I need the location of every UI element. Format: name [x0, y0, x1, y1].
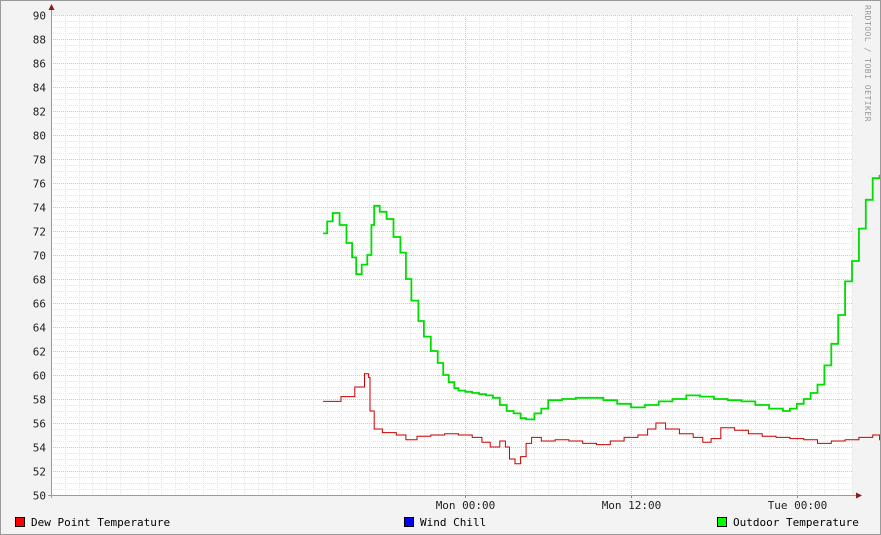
y-tick-label: 68 — [33, 274, 46, 287]
y-tick-label: 90 — [33, 10, 46, 23]
y-tick-label: 72 — [33, 226, 46, 239]
y-tick-label: 62 — [33, 346, 46, 359]
y-tick-label: 50 — [33, 490, 46, 503]
legend-label-dew-point: Dew Point Temperature — [31, 515, 171, 529]
y-tick-label: 74 — [33, 202, 47, 215]
legend-label-wind-chill: Wind Chill — [420, 515, 487, 529]
y-tick-label: 70 — [33, 250, 46, 263]
y-tick-label: 86 — [33, 58, 46, 71]
x-tick-label: Tue 00:00 — [768, 499, 828, 512]
y-tick-label: 52 — [33, 466, 46, 479]
y-tick-label: 88 — [33, 34, 46, 47]
dew-point-swatch-icon — [15, 517, 25, 527]
x-tick-label: Mon 00:00 — [436, 499, 496, 512]
y-tick-label: 54 — [33, 442, 47, 455]
y-tick-label: 78 — [33, 154, 46, 167]
y-tick-label: 64 — [33, 322, 47, 335]
y-tick-label: 66 — [33, 298, 46, 311]
legend-item-outdoor-temperature: Outdoor Temperature — [717, 515, 859, 529]
legend-item-wind-chill: Wind Chill — [404, 515, 486, 529]
chart-canvas: 50 52 54 56 58 60 62 64 66 68 70 72 74 76 78 80 82 84 86 88… — [33, 4, 880, 512]
y-tick-label: 80 — [33, 130, 46, 143]
rrdtool-watermark: RRDTOOL / TOBI OETIKER — [863, 5, 872, 122]
y-tick-label: 58 — [33, 394, 46, 407]
outdoor-temperature-swatch-icon — [717, 517, 727, 527]
legend-item-dew-point: Dew Point Temperature — [15, 515, 170, 529]
wind-chill-swatch-icon — [404, 517, 414, 527]
y-tick-label: 60 — [33, 370, 46, 383]
y-tick-label: 76 — [33, 178, 46, 191]
y-tick-label: 84 — [33, 82, 47, 95]
chart-frame: 50 52 54 56 58 60 62 64 66 68 70 72 74 76 78 80 82 84 86 88… — [0, 0, 881, 535]
y-tick-label: 56 — [33, 418, 46, 431]
x-axis-arrow-icon — [856, 492, 862, 499]
y-tick-label: 82 — [33, 106, 46, 119]
y-axis-arrow-icon — [48, 4, 55, 10]
legend-label-outdoor-temperature: Outdoor Temperature — [733, 515, 859, 529]
x-tick-label: Mon 12:00 — [602, 499, 662, 512]
